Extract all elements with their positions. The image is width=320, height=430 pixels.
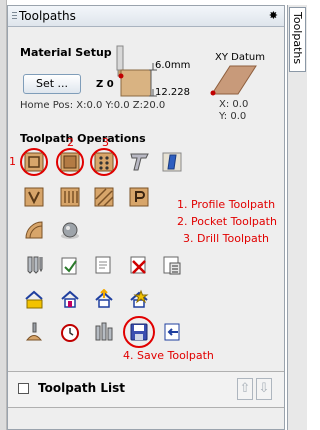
prism-toolpath-icon[interactable] (128, 186, 150, 208)
datum-y-value: Y: 0.0 (219, 111, 247, 122)
delete-toolpath-icon[interactable] (128, 254, 150, 276)
move-up-button[interactable]: ⇧ (237, 378, 253, 400)
home-position: Home Pos: X:0.0 Y:0.0 Z:20.0 (20, 100, 166, 111)
v-carve-icon[interactable] (23, 186, 45, 208)
set-material-button[interactable]: Set ... (23, 74, 81, 94)
pin-icon[interactable]: ✸ (269, 9, 278, 22)
annotation-marker-2: 2 (67, 136, 74, 149)
save-toolpath-icon[interactable] (128, 321, 150, 343)
house-up-icon[interactable] (93, 288, 115, 310)
inlay-toolpath-icon[interactable] (161, 151, 183, 173)
toolpath-list-label: Toolpath List (38, 381, 125, 395)
toolpath-list-checkbox[interactable] (18, 383, 29, 394)
tool-database-icon[interactable] (23, 254, 45, 276)
side-tabstrip: Toolpaths (287, 5, 307, 430)
annotation-marker-3: 3 (102, 136, 109, 149)
house-outline-icon[interactable] (59, 288, 81, 310)
calculate-toolpath-icon[interactable] (161, 254, 183, 276)
datum-x-value: X: 0.0 (219, 99, 249, 110)
annotation-profile-toolpath: 1. Profile Toolpath (177, 198, 276, 211)
toolpath-operations-heading: Toolpath Operations (20, 132, 146, 145)
fluting-toolpath-icon[interactable] (59, 186, 81, 208)
bars-icon[interactable] (93, 321, 115, 343)
import-toolpath-icon[interactable] (161, 321, 183, 343)
panel-titlebar: Toolpaths ✸ (8, 6, 284, 27)
merge-toolpaths-icon[interactable] (59, 254, 81, 276)
toolpaths-panel: Toolpaths ✸ Material Setup Set ... Z 0 6… (7, 5, 285, 430)
profile-toolpath-icon[interactable] (23, 151, 45, 173)
tab-toolpaths-label: Toolpaths (291, 12, 304, 65)
house-star-icon[interactable] (128, 288, 150, 310)
move-down-button[interactable]: ⇩ (256, 378, 272, 400)
texture-toolpath-icon[interactable] (93, 186, 115, 208)
probe-icon[interactable] (23, 321, 45, 343)
tab-toolpaths[interactable]: Toolpaths (289, 7, 306, 72)
time-estimate-icon[interactable] (59, 321, 81, 343)
annotation-save-toolpath: 4. Save Toolpath (123, 349, 214, 362)
pocket-toolpath-icon[interactable] (59, 151, 81, 173)
xy-datum-diagram[interactable] (208, 64, 260, 96)
xy-datum-label: XY Datum (215, 52, 265, 63)
3d-roughing-icon[interactable] (59, 219, 81, 241)
moulding-toolpath-icon[interactable] (23, 219, 45, 241)
material-thickness-value: 6.0mm (155, 60, 191, 71)
folder-house-icon[interactable] (23, 288, 45, 310)
panel-title: Toolpaths (19, 9, 76, 23)
edit-toolpath-icon[interactable] (93, 254, 115, 276)
toolpath-list-bar: Toolpath List ⇧ ⇩ (8, 371, 284, 408)
annotation-marker-1: 1 (9, 155, 16, 168)
material-setup-heading: Material Setup (20, 46, 112, 59)
z0-label: Z 0 (96, 79, 114, 90)
material-depth-value: 12.228 (155, 87, 190, 98)
left-ruler (0, 0, 7, 430)
drill-toolpath-icon[interactable] (93, 151, 115, 173)
grip-icon (12, 12, 17, 20)
annotation-pocket-toolpath: 2. Pocket Toolpath (177, 215, 277, 228)
text-engrave-icon[interactable] (128, 151, 150, 173)
annotation-drill-toolpath: 3. Drill Toolpath (183, 232, 270, 245)
